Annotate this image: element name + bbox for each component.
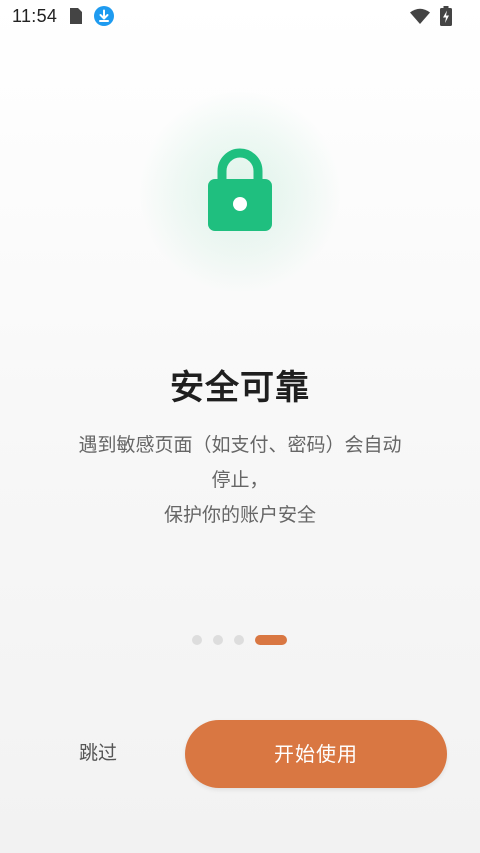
page-title: 安全可靠: [170, 368, 310, 408]
page-dot-2: [213, 635, 223, 645]
battery-charging-icon: [440, 6, 452, 26]
status-time: 11:54: [12, 6, 58, 26]
download-icon: [94, 6, 114, 26]
sim-card-icon: [70, 8, 82, 24]
wifi-icon: [410, 8, 430, 24]
skip-button[interactable]: 跳过: [66, 736, 130, 770]
page-description: 遇到敏感页面（如支付、密码）会自动 停止， 保护你的账户安全: [40, 428, 440, 533]
lock-icon: [208, 148, 272, 231]
start-button[interactable]: 开始使用: [185, 720, 447, 788]
description-line: 保护你的账户安全: [163, 504, 316, 526]
description-line: 停止，: [211, 469, 269, 491]
page-dot-1: [192, 635, 202, 645]
page-dot-4-active: [255, 635, 287, 645]
page-indicator: [192, 634, 287, 646]
page-dot-3: [234, 635, 244, 645]
status-left-icons: [70, 6, 114, 26]
status-right-icons: [410, 6, 452, 26]
description-line: 遇到敏感页面（如支付、密码）会自动: [78, 434, 402, 456]
status-bar: 11:54: [0, 0, 480, 34]
